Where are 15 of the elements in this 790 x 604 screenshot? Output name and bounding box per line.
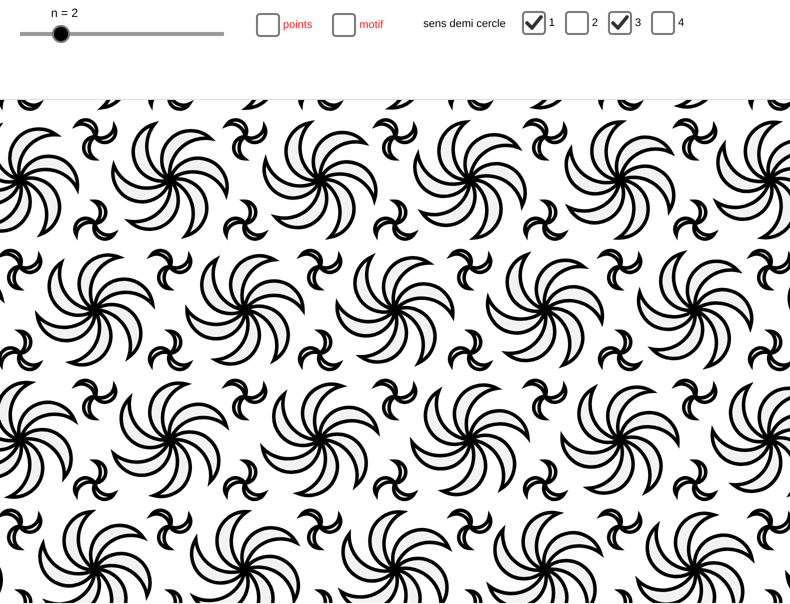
slider-label: n = 2 <box>51 6 80 20</box>
checkbox[interactable] <box>564 11 589 35</box>
checkbox-label: 1 <box>548 17 555 29</box>
checkbox-label: 4 <box>678 17 684 29</box>
checkbox[interactable] <box>332 13 356 37</box>
checkbox-label: motif <box>359 19 384 31</box>
checkbox[interactable] <box>608 11 632 35</box>
checkbox-label: 3 <box>635 17 642 29</box>
checkbox[interactable] <box>522 11 546 35</box>
checkbox-label: points <box>283 19 312 31</box>
direction-label: sens demi cercle <box>423 18 506 30</box>
checkbox[interactable] <box>651 11 676 35</box>
checkbox-label: 2 <box>592 17 598 29</box>
slider-thumb[interactable] <box>52 25 70 43</box>
checkbox[interactable] <box>256 13 280 37</box>
